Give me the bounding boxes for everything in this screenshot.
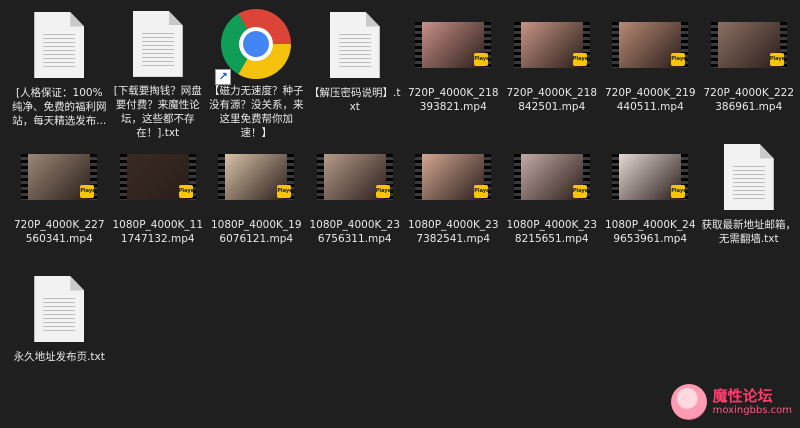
file-item[interactable]: Player 1080P_4000K_236756311.mp4 (306, 138, 405, 270)
watermark-avatar-icon (670, 384, 707, 420)
file-name: 720P_4000K_227560341.mp4 (13, 219, 105, 245)
file-item[interactable]: ↗ 【磁力无速度？种子没有源？没关系，来这里免费帮你加速！】 (207, 6, 306, 138)
video-thumbnail: Player (414, 138, 492, 216)
file-name: 720P_4000K_219440511.mp4 (604, 87, 696, 113)
video-thumbnail: Player (513, 138, 591, 216)
file-name: 720P_4000K_218393821.mp4 (407, 87, 499, 113)
video-thumbnail: Player (710, 6, 788, 84)
file-item[interactable]: [下载要掏钱？网盘要付费？来魔性论坛，这些都不存在！].txt (109, 6, 208, 138)
file-name: 720P_4000K_222386961.mp4 (703, 87, 795, 113)
player-badge-icon: Player (277, 185, 295, 198)
video-thumbnail: Player (316, 138, 394, 216)
file-name: 1080P_4000K_196076121.mp4 (210, 219, 302, 245)
video-thumbnail: Player (217, 138, 295, 216)
player-badge-icon: Player (572, 53, 590, 66)
video-thumbnail: Player (414, 6, 492, 84)
file-name: [人格保证：100%纯净、免费的福利网站，每天精选发布... (12, 87, 107, 127)
file-item[interactable]: Player 1080P_4000K_111747132.mp4 (109, 138, 208, 270)
file-grid: [人格保证：100%纯净、免费的福利网站，每天精选发布... [下载要掏钱？网盘要… (10, 6, 796, 402)
watermark-title: 魔性论坛 (712, 387, 773, 405)
file-item[interactable]: 【解压密码说明】.txt (306, 6, 405, 138)
text-file-icon (710, 138, 788, 216)
file-item[interactable]: Player 720P_4000K_227560341.mp4 (10, 138, 109, 270)
player-badge-icon: Player (178, 185, 196, 198)
file-item[interactable]: [人格保证：100%纯净、免费的福利网站，每天精选发布... (10, 6, 109, 138)
file-name: 永久地址发布页.txt (13, 351, 105, 363)
file-item[interactable]: Player 720P_4000K_218842501.mp4 (503, 6, 602, 138)
file-name: 1080P_4000K_237382541.mp4 (407, 219, 499, 245)
player-badge-icon: Player (671, 53, 689, 66)
text-file-icon (20, 6, 98, 84)
text-file-icon (20, 270, 98, 348)
video-thumbnail: Player (611, 6, 689, 84)
player-badge-icon: Player (671, 185, 689, 198)
file-name: 【解压密码说明】.txt (309, 87, 401, 113)
watermark-url: moxingbbs.com (712, 405, 792, 416)
player-badge-icon: Player (474, 185, 492, 198)
text-file-icon (119, 6, 197, 82)
shortcut-arrow-icon: ↗ (215, 68, 232, 85)
file-name: 获取最新地址邮箱，无需翻墙.txt (701, 219, 797, 245)
video-thumbnail: Player (513, 6, 591, 84)
file-item[interactable]: 永久地址发布页.txt (10, 270, 109, 402)
text-file-icon (316, 6, 394, 84)
file-item[interactable]: Player 720P_4000K_219440511.mp4 (601, 6, 700, 138)
player-badge-icon: Player (572, 185, 590, 198)
file-name: 【磁力无速度？种子没有源？没关系，来这里免费帮你加速！】 (209, 84, 304, 138)
file-name: 720P_4000K_218842501.mp4 (506, 87, 598, 113)
player-badge-icon: Player (80, 185, 98, 198)
file-item[interactable]: Player 1080P_4000K_196076121.mp4 (207, 138, 306, 270)
video-thumbnail: Player (119, 138, 197, 216)
file-item[interactable]: Player 1080P_4000K_249653961.mp4 (601, 138, 700, 270)
file-item[interactable]: Player 720P_4000K_218393821.mp4 (404, 6, 503, 138)
file-name: 1080P_4000K_236756311.mp4 (309, 219, 401, 245)
file-item[interactable]: 获取最新地址邮箱，无需翻墙.txt (700, 138, 799, 270)
file-name: 1080P_4000K_111747132.mp4 (112, 219, 204, 245)
file-item[interactable]: Player 1080P_4000K_237382541.mp4 (404, 138, 503, 270)
player-badge-icon: Player (375, 185, 393, 198)
video-thumbnail: Player (611, 138, 689, 216)
watermark: 魔性论坛 moxingbbs.com (670, 384, 792, 420)
file-name: [下载要掏钱？网盘要付费？来魔性论坛，这些都不存在！].txt (113, 84, 202, 138)
player-badge-icon: Player (769, 53, 787, 66)
file-name: 1080P_4000K_249653961.mp4 (604, 219, 696, 245)
chrome-shortcut-icon: ↗ (215, 6, 295, 85)
file-item[interactable]: Player 720P_4000K_222386961.mp4 (700, 6, 799, 138)
file-item[interactable]: Player 1080P_4000K_238215651.mp4 (503, 138, 602, 270)
video-thumbnail: Player (20, 138, 98, 216)
file-name: 1080P_4000K_238215651.mp4 (506, 219, 598, 245)
player-badge-icon: Player (474, 53, 492, 66)
